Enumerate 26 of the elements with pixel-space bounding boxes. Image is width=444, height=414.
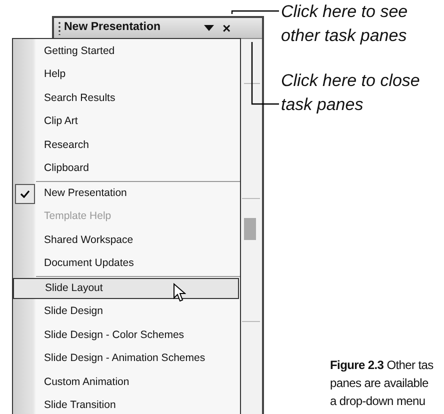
dropdown-arrow-icon[interactable] <box>204 25 214 31</box>
menu-item[interactable]: Document Updates <box>36 254 239 275</box>
grip-icon <box>58 21 61 35</box>
menu-item[interactable]: Custom Animation <box>36 372 239 394</box>
menu-item[interactable]: Search Results <box>36 88 239 110</box>
menu-item[interactable]: Research <box>36 135 239 156</box>
callout-text: Click here to close task panes <box>281 70 420 116</box>
menu-item[interactable]: Shared Workspace <box>36 230 239 252</box>
menu-item[interactable]: Getting Started <box>36 41 239 62</box>
menu-item[interactable]: Slide Layout <box>13 278 239 300</box>
pane-title: New Presentation <box>64 20 160 36</box>
mouse-pointer-icon <box>173 283 186 302</box>
callout-text: Click here to see other task panes <box>281 1 409 47</box>
menu-item[interactable]: Slide Design - Animation Schemes <box>36 348 239 370</box>
close-button[interactable]: × <box>222 21 231 35</box>
menu-item[interactable]: New Presentation <box>36 183 239 204</box>
menu-item[interactable]: Clipboard <box>36 158 239 180</box>
menu-item[interactable]: Help <box>36 64 239 86</box>
figure-caption: Figure 2.3 Other tas panes are available a drop-down menu <box>330 357 434 410</box>
menu-item[interactable]: Slide Design <box>36 302 239 323</box>
leader-line <box>231 10 279 14</box>
scrollbar-thumb <box>244 218 256 240</box>
menu-item[interactable]: Clip Art <box>36 112 239 133</box>
menu-item[interactable]: Slide Design - Color Schemes <box>36 325 239 346</box>
leader-line <box>251 42 279 105</box>
menu-item[interactable]: Slide Transition <box>36 396 239 414</box>
